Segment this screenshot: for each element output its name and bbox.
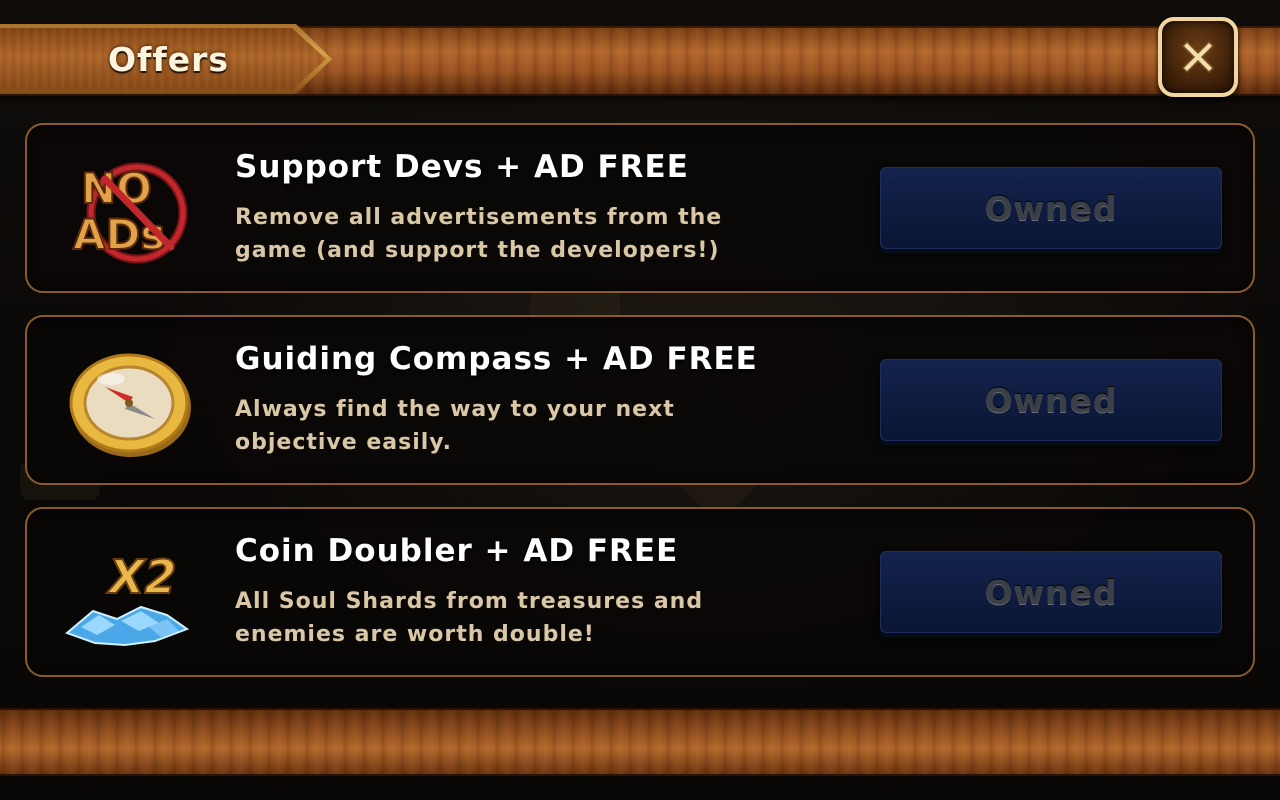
- offer-description: All Soul Shards from treasures and enemi…: [235, 589, 704, 647]
- owned-button[interactable]: Owned: [880, 551, 1222, 633]
- offer-title: Coin Doubler + AD FREE: [235, 533, 679, 569]
- offer-card-coin-doubler: X2 Coin Doubler + AD FREE All Soul Shard…: [25, 507, 1255, 677]
- offer-title: Guiding Compass + AD FREE: [235, 341, 758, 377]
- page-title: Offers: [108, 40, 230, 79]
- offer-card-guiding-compass: Guiding Compass + AD FREE Always find th…: [25, 315, 1255, 485]
- owned-button[interactable]: Owned: [880, 167, 1222, 249]
- offers-list: NO ADs Support Devs + AD FREE Remove all…: [25, 123, 1255, 699]
- offer-card-support-devs: NO ADs Support Devs + AD FREE Remove all…: [25, 123, 1255, 293]
- close-icon: [1181, 40, 1215, 74]
- owned-button[interactable]: Owned: [880, 359, 1222, 441]
- offer-description: Remove all advertisements from the game …: [235, 205, 723, 263]
- close-button[interactable]: [1158, 17, 1238, 97]
- no-ads-icon: NO ADs: [59, 143, 199, 273]
- no-ads-icon-text-bottom: ADs: [73, 210, 165, 259]
- x2-icon-text: X2: [106, 550, 176, 604]
- offer-title: Support Devs + AD FREE: [235, 149, 689, 185]
- offers-screen: Offers NO ADs Support Devs + AD FREE Rem…: [0, 0, 1280, 800]
- offer-description: Always find the way to your next objecti…: [235, 397, 675, 455]
- footer-bar: [0, 708, 1280, 776]
- compass-icon: [59, 335, 199, 465]
- soul-shards-x2-icon: X2: [59, 527, 199, 657]
